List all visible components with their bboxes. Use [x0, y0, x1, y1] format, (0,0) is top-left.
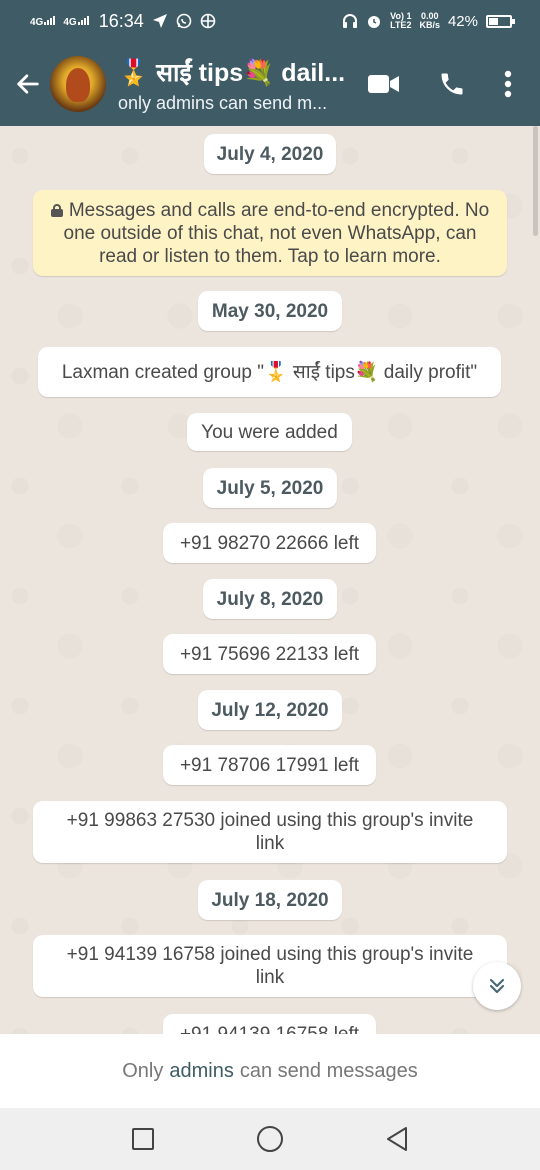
system-message: +91 94139 16758 joined using this group'… [33, 935, 507, 997]
system-text: +91 75696 22133 left [179, 643, 360, 665]
system-text: +91 94139 16758 joined using this group'… [66, 944, 474, 988]
system-message: +91 98270 22666 left [163, 523, 376, 563]
scroll-to-bottom-button[interactable] [473, 962, 521, 1010]
date-chip: July 18, 2020 [198, 880, 342, 920]
chat-header: 🎖️ साईं tips💐 dail... only admins can se… [0, 42, 540, 126]
back-button[interactable] [8, 70, 48, 98]
battery-icon [486, 14, 515, 28]
system-message: +91 75696 22133 left [163, 634, 376, 674]
footer-suffix: can send messages [239, 1059, 418, 1082]
lock-icon [50, 203, 63, 217]
group-avatar[interactable] [50, 56, 106, 112]
date-chip: July 5, 2020 [203, 468, 337, 508]
voice-call-button[interactable] [438, 70, 466, 98]
video-call-button[interactable] [368, 73, 400, 95]
headphones-icon [343, 14, 358, 28]
data-speed: 0.00 KB/s [419, 11, 440, 30]
system-message: You were added [187, 413, 352, 451]
encryption-text: Messages and calls are end-to-end encryp… [45, 199, 495, 268]
volte-indicator: Vo) 1 LTE2 [390, 11, 412, 30]
signal-bars-icon [77, 15, 89, 25]
system-navigation-bar [0, 1108, 540, 1170]
scrollbar[interactable] [533, 126, 538, 236]
network-indicator-2: 4G [63, 15, 89, 28]
vpn-globe-icon [200, 13, 216, 29]
date-text: July 12, 2020 [211, 699, 329, 721]
system-message: +91 94139 16758 left [163, 1014, 376, 1034]
more-vert-icon [504, 70, 512, 98]
alarm-icon [368, 16, 381, 28]
system-message: +91 78706 17991 left [163, 745, 376, 785]
date-chip: July 8, 2020 [203, 579, 337, 619]
system-text: +91 98270 22666 left [179, 532, 360, 554]
battery-percent: 42% [447, 12, 478, 30]
video-call-icon [368, 75, 399, 93]
date-text: May 30, 2020 [211, 300, 329, 322]
network-indicator-1: 4G [30, 15, 56, 28]
date-chip: May 30, 2020 [198, 291, 342, 331]
back-arrow-icon [17, 74, 39, 94]
footer-prefix: Only [122, 1059, 164, 1082]
navigation-arrow-icon [152, 14, 167, 28]
system-message: Laxman created group "🎖️ साईं tips💐 dail… [38, 347, 501, 397]
recents-square-icon [131, 1128, 154, 1150]
back-triangle-icon [387, 1127, 408, 1151]
system-text: You were added [201, 421, 338, 443]
signal-bars-icon [44, 15, 56, 25]
date-chip: July 4, 2020 [204, 134, 336, 174]
clock: 16:34 [98, 10, 144, 31]
system-message: +91 99863 27530 joined using this group'… [33, 801, 507, 863]
chat-info[interactable]: 🎖️ साईं tips💐 dail... only admins can se… [118, 55, 368, 114]
home-button[interactable] [256, 1125, 284, 1153]
chat-title: 🎖️ साईं tips💐 dail... [118, 58, 346, 87]
chat-subtitle: only admins can send m... [118, 92, 328, 113]
double-chevron-down-icon [489, 978, 505, 994]
encryption-notice[interactable]: Messages and calls are end-to-end encryp… [33, 190, 507, 276]
home-circle-icon [256, 1126, 283, 1152]
battery-fill [489, 17, 499, 25]
system-text: +91 94139 16758 left [180, 1023, 359, 1034]
system-text: +91 99863 27530 joined using this group'… [66, 810, 474, 854]
system-text: +91 78706 17991 left [179, 754, 360, 776]
admin-only-footer: Only admins can send messages [0, 1034, 540, 1108]
date-text: July 5, 2020 [216, 477, 324, 499]
more-options-button[interactable] [504, 70, 512, 98]
whatsapp-icon [176, 13, 192, 29]
status-bar: 4G 4G 16:34 Vo) 1 LTE2 0.00 KB/s 42% [0, 0, 540, 42]
voice-call-icon [441, 73, 463, 95]
date-text: July 18, 2020 [211, 889, 329, 911]
date-chip: July 12, 2020 [198, 690, 342, 730]
message-list[interactable]: July 4, 2020 Messages and calls are end-… [0, 126, 540, 1034]
system-text: Laxman created group "🎖️ साईं tips💐 dail… [61, 361, 478, 383]
date-text: July 4, 2020 [216, 143, 324, 165]
date-text: July 8, 2020 [216, 588, 324, 610]
recents-button[interactable] [131, 1127, 155, 1151]
admins-link[interactable]: admins [169, 1060, 233, 1083]
nav-back-button[interactable] [385, 1126, 409, 1152]
